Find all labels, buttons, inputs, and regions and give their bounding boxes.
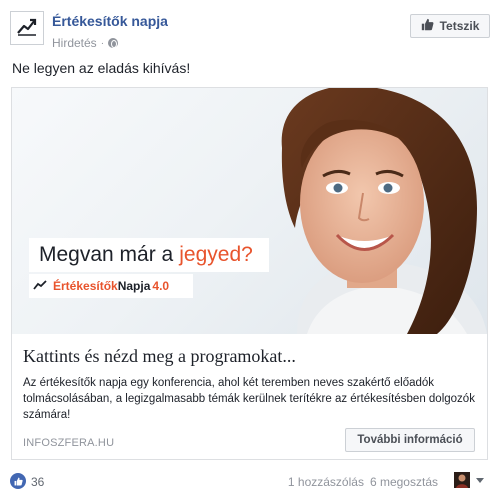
thumbs-up-icon xyxy=(421,18,434,34)
brand-part-2: Napja xyxy=(117,279,151,293)
brand-part-3: 4.0 xyxy=(152,279,170,293)
headline-accent: jegyed? xyxy=(179,243,253,266)
engagement-stats: 1 hozzászólás 6 megosztás xyxy=(288,475,438,489)
like-count[interactable]: 36 xyxy=(31,475,44,489)
ad-description: Az értékesítők napja egy konferencia, ah… xyxy=(23,377,475,421)
ad-title[interactable]: Kattints és nézd meg a programokat... xyxy=(23,346,296,367)
ad-domain: INFOSZFERA.HU xyxy=(23,437,115,449)
ad-card[interactable]: Megvan már a jegyed? ÉrtékesítőkNapja 4.0… xyxy=(11,87,488,460)
sponsored-label[interactable]: Hirdetés xyxy=(52,36,97,50)
learn-more-button[interactable]: További információ xyxy=(345,428,475,452)
brand-part-1: Értékesítők xyxy=(53,279,118,293)
thumbs-up-icon[interactable] xyxy=(10,473,26,489)
trending-up-chart-icon xyxy=(16,15,38,42)
ad-card-body[interactable]: Kattints és nézd meg a programokat... Az… xyxy=(12,334,487,459)
chevron-down-icon[interactable] xyxy=(476,478,484,483)
headline-main: Megvan már a xyxy=(39,243,174,266)
avatar[interactable] xyxy=(454,472,470,488)
page-name-link[interactable]: Értékesítők napja xyxy=(52,13,168,29)
ad-headline-overlay: Megvan már a jegyed? xyxy=(29,238,269,272)
ad-image[interactable]: Megvan már a jegyed? ÉrtékesítőkNapja 4.0 xyxy=(12,88,487,334)
page-logo[interactable] xyxy=(10,11,44,45)
comment-count[interactable]: 1 hozzászólás xyxy=(288,475,364,489)
event-brand-logo: ÉrtékesítőkNapja 4.0 xyxy=(29,274,193,298)
woman-portrait-image xyxy=(281,88,487,334)
share-count[interactable]: 6 megosztás xyxy=(370,475,438,489)
globe-icon xyxy=(108,38,119,48)
like-page-button[interactable]: Tetszik xyxy=(410,14,490,38)
like-page-label: Tetszik xyxy=(439,19,480,33)
post-text: Ne legyen az eladás kihívás! xyxy=(12,60,191,76)
brand-chart-icon xyxy=(33,279,47,294)
separator-dot: · xyxy=(100,37,105,49)
sponsored-row: Hirdetés · xyxy=(52,36,119,50)
post-header: Értékesítők napja Hirdetés · Tetszik xyxy=(10,8,490,50)
post-footer: 36 1 hozzászólás 6 megosztás xyxy=(10,470,490,492)
